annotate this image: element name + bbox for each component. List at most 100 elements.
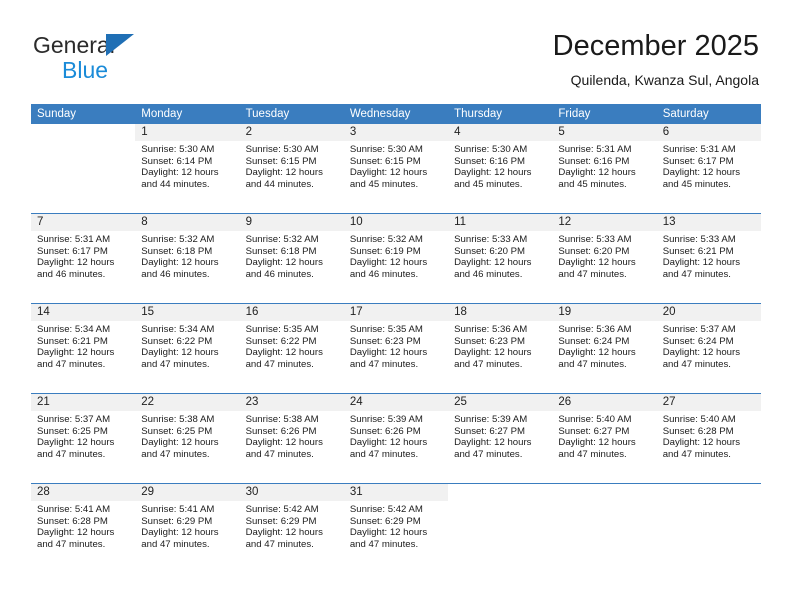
calendar-day-cell[interactable]: 6 Sunrise: 5:31 AM Sunset: 6:17 PM Daylight… (656, 124, 761, 213)
calendar-day-cell[interactable]: 9 Sunrise: 5:32 AM Sunset: 6:18 PM Daylight… (239, 214, 344, 303)
calendar-day-cell[interactable]: 14 Sunrise: 5:34 AM Sunset: 6:21 PM Dayligh… (31, 304, 136, 393)
calendar-day-cell[interactable]: 21 Sunrise: 5:37 AM Sunset: 6:25 PM Dayligh… (31, 394, 136, 483)
day-detail-line: and 47 minutes. (349, 448, 419, 460)
day-detail-line: Sunset: 6:17 PM (37, 245, 108, 257)
day-detail-line: Sunset: 6:18 PM (245, 245, 317, 257)
day-detail-line: Sunset: 6:25 PM (37, 425, 108, 437)
calendar-day-cell[interactable]: 18 Sunrise: 5:36 AM Sunset: 6:23 PM Dayligh… (448, 304, 553, 393)
day-number: 5 (552, 124, 657, 141)
day-detail-line: Sunset: 6:20 PM (454, 245, 526, 257)
day-detail-line: Sunset: 6:26 PM (349, 425, 421, 437)
day-detail-line: Sunrise: 5:30 AM (454, 144, 528, 155)
day-number: 8 (135, 214, 240, 231)
day-detail-line: Daylight: 12 hours (37, 527, 115, 539)
calendar-day-cell[interactable]: 19 Sunrise: 5:36 AM Sunset: 6:24 PM Dayligh… (552, 304, 657, 393)
day-detail-line: and 47 minutes. (454, 448, 523, 460)
day-detail-line: Sunset: 6:20 PM (558, 245, 630, 257)
day-detail-line: Daylight: 12 hours (245, 527, 323, 539)
day-detail-line: Daylight: 12 hours (558, 347, 636, 359)
day-number: 6 (656, 124, 761, 141)
day-details: Sunrise: 5:40 AM Sunset: 6:28 PM Daylight:… (657, 411, 761, 460)
day-details: Sunrise: 5:33 AM Sunset: 6:20 PM Daylight:… (448, 231, 552, 280)
day-detail-line: Sunrise: 5:37 AM (37, 414, 111, 425)
calendar-day-cell[interactable]: 28 Sunrise: 5:41 AM Sunset: 6:28 PM Dayligh… (31, 484, 136, 573)
day-detail-line: Daylight: 12 hours (349, 167, 428, 179)
calendar-day-cell[interactable]: 7 Sunrise: 5:31 AM Sunset: 6:17 PM Daylight… (31, 214, 136, 303)
calendar-day-cell[interactable]: 10 Sunrise: 5:32 AM Sunset: 6:19 PM Dayligh… (343, 214, 449, 303)
day-detail-line: and 46 minutes. (37, 268, 106, 280)
day-number: 3 (343, 124, 449, 141)
calendar-day-cell[interactable]: 13 Sunrise: 5:33 AM Sunset: 6:21 PM Dayligh… (656, 214, 761, 303)
calendar-day-cell[interactable]: 15 Sunrise: 5:34 AM Sunset: 6:22 PM Dayligh… (135, 304, 240, 393)
brand-name-blue: Blue (62, 57, 109, 83)
calendar-day-cell[interactable]: 11 Sunrise: 5:33 AM Sunset: 6:20 PM Dayligh… (448, 214, 553, 303)
day-detail-line: Sunset: 6:29 PM (349, 515, 421, 527)
calendar-day-cell[interactable]: 1 Sunrise: 5:30 AM Sunset: 6:14 PM Daylight… (135, 124, 240, 213)
day-detail-line: Sunset: 6:21 PM (37, 335, 108, 347)
day-detail-line: and 45 minutes. (558, 178, 627, 190)
day-detail-line: Sunset: 6:26 PM (245, 425, 317, 437)
day-detail-line: Sunrise: 5:38 AM (245, 414, 319, 425)
calendar-day-cell[interactable]: 8 Sunrise: 5:32 AM Sunset: 6:18 PM Daylight… (135, 214, 240, 303)
day-detail-line: Sunrise: 5:38 AM (141, 414, 215, 425)
day-detail-line: Daylight: 12 hours (558, 167, 636, 179)
brand-logo[interactable]: General Blue (33, 32, 233, 88)
day-detail-line: Sunrise: 5:36 AM (558, 324, 632, 335)
day-detail-line: and 47 minutes. (37, 358, 106, 370)
calendar-day-cell[interactable]: 5 Sunrise: 5:31 AM Sunset: 6:16 PM Daylight… (552, 124, 657, 213)
day-number: 12 (552, 214, 657, 231)
day-detail-line: Sunset: 6:22 PM (141, 335, 213, 347)
day-detail-line: Sunrise: 5:31 AM (662, 144, 736, 155)
calendar-day-cell[interactable]: 24 Sunrise: 5:39 AM Sunset: 6:26 PM Dayligh… (343, 394, 449, 483)
day-details: Sunrise: 5:30 AM Sunset: 6:14 PM Daylight:… (135, 141, 239, 190)
calendar-day-cell[interactable]: 4 Sunrise: 5:30 AM Sunset: 6:16 PM Daylight… (448, 124, 553, 213)
day-details: Sunrise: 5:37 AM Sunset: 6:24 PM Daylight:… (657, 321, 761, 370)
title-block: December 2025 Quilenda, Kwanza Sul, Ango… (553, 28, 759, 90)
day-details: Sunrise: 5:42 AM Sunset: 6:29 PM Daylight:… (240, 501, 344, 550)
day-detail-line: Sunrise: 5:34 AM (37, 324, 111, 335)
day-detail-line: and 47 minutes. (245, 538, 314, 550)
calendar-day-cell[interactable]: 20 Sunrise: 5:37 AM Sunset: 6:24 PM Dayligh… (656, 304, 761, 393)
day-number: 19 (552, 304, 657, 321)
day-details: Sunrise: 5:34 AM Sunset: 6:21 PM Daylight:… (31, 321, 135, 370)
day-detail-line: Sunset: 6:28 PM (662, 425, 734, 437)
calendar-day-cell[interactable]: 16 Sunrise: 5:35 AM Sunset: 6:22 PM Dayligh… (239, 304, 344, 393)
day-detail-line: Daylight: 12 hours (349, 257, 428, 269)
day-detail-line: Sunset: 6:25 PM (141, 425, 213, 437)
day-detail-line: Sunset: 6:27 PM (454, 425, 526, 437)
calendar-day-cell[interactable]: 27 Sunrise: 5:40 AM Sunset: 6:28 PM Dayligh… (656, 394, 761, 483)
day-details: Sunrise: 5:35 AM Sunset: 6:22 PM Daylight:… (240, 321, 344, 370)
calendar-week-row: 28 Sunrise: 5:41 AM Sunset: 6:28 PM Dayligh… (31, 483, 761, 573)
calendar-day-cell[interactable]: 26 Sunrise: 5:40 AM Sunset: 6:27 PM Dayligh… (552, 394, 657, 483)
calendar-week-row: 7 Sunrise: 5:31 AM Sunset: 6:17 PM Daylight… (31, 213, 761, 303)
day-detail-line: Daylight: 12 hours (454, 167, 532, 179)
calendar-day-cell[interactable]: 22 Sunrise: 5:38 AM Sunset: 6:25 PM Dayligh… (135, 394, 240, 483)
calendar-day-cell-empty (656, 484, 761, 573)
day-detail-line: and 47 minutes. (141, 538, 210, 550)
calendar-day-cell[interactable]: 2 Sunrise: 5:30 AM Sunset: 6:15 PM Daylight… (239, 124, 344, 213)
day-number: 31 (343, 484, 449, 501)
day-details: Sunrise: 5:30 AM Sunset: 6:15 PM Daylight:… (344, 141, 448, 190)
day-number: 10 (343, 214, 449, 231)
day-detail-line: Sunset: 6:18 PM (141, 245, 213, 257)
day-detail-line: Sunrise: 5:37 AM (662, 324, 736, 335)
day-detail-line: Sunrise: 5:33 AM (558, 234, 632, 245)
day-detail-line: Sunset: 6:23 PM (349, 335, 421, 347)
calendar-day-cell[interactable]: 12 Sunrise: 5:33 AM Sunset: 6:20 PM Dayligh… (552, 214, 657, 303)
day-details: Sunrise: 5:40 AM Sunset: 6:27 PM Daylight:… (552, 411, 656, 460)
day-details: Sunrise: 5:41 AM Sunset: 6:28 PM Daylight:… (31, 501, 135, 550)
calendar-day-cell[interactable]: 30 Sunrise: 5:42 AM Sunset: 6:29 PM Dayligh… (239, 484, 344, 573)
day-detail-line: Sunrise: 5:39 AM (454, 414, 528, 425)
calendar-day-cell[interactable]: 3 Sunrise: 5:30 AM Sunset: 6:15 PM Daylight… (343, 124, 449, 213)
calendar-day-cell[interactable]: 31 Sunrise: 5:42 AM Sunset: 6:29 PM Dayligh… (343, 484, 449, 573)
day-detail-line: and 47 minutes. (349, 538, 419, 550)
day-detail-line: and 47 minutes. (662, 268, 731, 280)
day-details: Sunrise: 5:31 AM Sunset: 6:16 PM Daylight:… (552, 141, 656, 190)
calendar-day-cell-empty (31, 124, 136, 213)
calendar-day-cell[interactable]: 25 Sunrise: 5:39 AM Sunset: 6:27 PM Dayligh… (448, 394, 553, 483)
calendar-day-cell[interactable]: 29 Sunrise: 5:41 AM Sunset: 6:29 PM Dayligh… (135, 484, 240, 573)
calendar-day-cell[interactable]: 17 Sunrise: 5:35 AM Sunset: 6:23 PM Dayligh… (343, 304, 449, 393)
day-details: Sunrise: 5:41 AM Sunset: 6:29 PM Daylight:… (135, 501, 239, 550)
calendar-day-cell[interactable]: 23 Sunrise: 5:38 AM Sunset: 6:26 PM Dayligh… (239, 394, 344, 483)
day-detail-line: and 47 minutes. (558, 448, 627, 460)
